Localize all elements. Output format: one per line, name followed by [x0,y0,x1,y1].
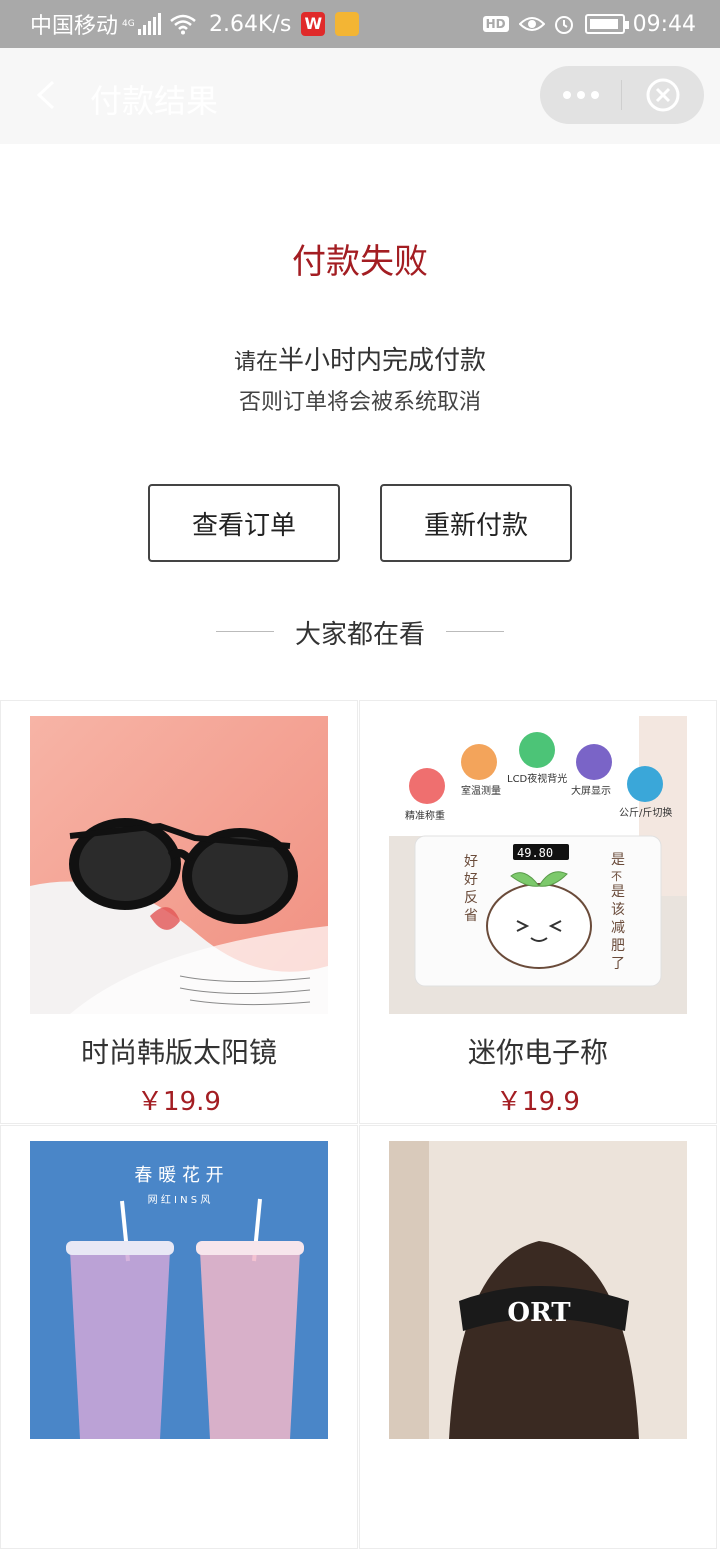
scale-display-reading: 49.80 [517,846,553,860]
product-card[interactable]: 春 暖 花 开 网 红 I N S 风 [0,1125,358,1549]
repay-button[interactable]: 重新付款 [380,484,572,562]
back-arrow-icon[interactable] [36,80,56,110]
more-dot-icon [591,91,599,99]
product-price: ￥19.9 [496,1087,580,1117]
scale-feature-5: 公斤/斤切换 [619,806,672,819]
signal-icon [138,13,162,35]
view-orders-button[interactable]: 查看订单 [148,484,340,562]
scale-illustration: 精准称重 室温测量 LCD夜视背光 大屏显示 公斤/斤切换 49.80 好 好 … [389,716,687,1014]
nav-bar: 付款结果 [0,48,720,144]
product-image-hat[interactable]: ORT [389,1141,687,1439]
cups-subtitle: 网 红 I N S 风 [148,1193,211,1206]
more-menu-button[interactable] [540,66,622,124]
recommend-section-title: 大家都在看 [294,620,425,650]
scale-left-char-1: 好 [464,854,478,870]
carrier-label: 中国移动 [30,14,119,39]
page-title: 付款结果 [90,82,219,120]
product-name[interactable]: 迷你电子称 [360,1031,716,1071]
scale-feature-1: 精准称重 [405,809,445,822]
eye-icon [518,17,545,31]
scale-right-char-4: 该 [611,902,625,918]
wifi-icon [170,14,196,35]
payment-result-title: 付款失败 [292,242,428,282]
cups-illustration: 春 暖 花 开 网 红 I N S 风 [30,1141,328,1439]
status-left: 中国移动 4G 2.64K/s W [30,0,360,48]
scale-right-char-1: 是 [611,852,625,868]
product-image-scale[interactable]: 精准称重 室温测量 LCD夜视背光 大屏显示 公斤/斤切换 49.80 好 好 … [389,716,687,1014]
product-image-cups[interactable]: 春 暖 花 开 网 红 I N S 风 [30,1141,328,1439]
wps-app-icon: W [301,12,326,36]
game-app-icon [335,12,360,36]
mini-program-capsule [540,66,704,124]
clock: 09:44 [632,11,696,37]
status-bar: 中国移动 4G 2.64K/s W HD 09:44 [0,0,720,48]
close-circle-icon [646,78,680,112]
payment-hint-line1: 请在半小时内完成付款 [0,340,720,377]
net-speed: 2.64K/s [209,11,292,37]
hd-badge: HD [482,16,509,32]
scale-left-char-4: 省 [464,908,478,924]
product-card[interactable]: 精准称重 室温测量 LCD夜视背光 大屏显示 公斤/斤切换 49.80 好 好 … [359,700,717,1124]
product-image-sunglasses[interactable] [30,716,328,1014]
payment-hint-line2: 否则订单将会被系统取消 [238,390,481,415]
cups-headline: 春 暖 花 开 [134,1165,223,1186]
sunglasses-illustration [30,716,328,1014]
scale-left-char-2: 好 [464,872,478,888]
hat-illustration: ORT [389,1141,687,1439]
product-price: ￥19.9 [137,1087,221,1117]
payment-hint-main: 半小时内完成付款 [278,346,487,376]
hat-print-text: ORT [507,1298,571,1328]
scale-right-char-3: 是 [611,884,625,900]
more-dot-icon [577,91,585,99]
scale-feature-2: 室温测量 [461,784,501,797]
scale-right-char-6: 肥 [611,938,625,954]
scale-right-char-2: 不 [611,870,622,883]
recommend-section-header: 大家都在看 [0,612,720,652]
scale-right-char-5: 减 [611,920,625,936]
close-button[interactable] [622,66,704,124]
product-card[interactable]: 时尚韩版太阳镜 ￥19.9 [0,700,358,1124]
divider-right [446,631,504,632]
product-card[interactable]: ORT [359,1125,717,1549]
scale-feature-3: LCD夜视背光 [507,772,567,785]
alarm-icon [554,16,573,34]
battery-icon [584,14,629,34]
payment-hint-prefix: 请在 [233,350,278,375]
status-right: HD 09:44 [482,0,696,48]
product-name[interactable]: 时尚韩版太阳镜 [1,1031,357,1071]
scale-feature-4: 大屏显示 [571,784,611,797]
more-dot-icon [563,91,571,99]
network-type: 4G [122,19,135,29]
scale-right-char-7: 了 [611,956,625,972]
scale-left-char-3: 反 [464,890,478,906]
